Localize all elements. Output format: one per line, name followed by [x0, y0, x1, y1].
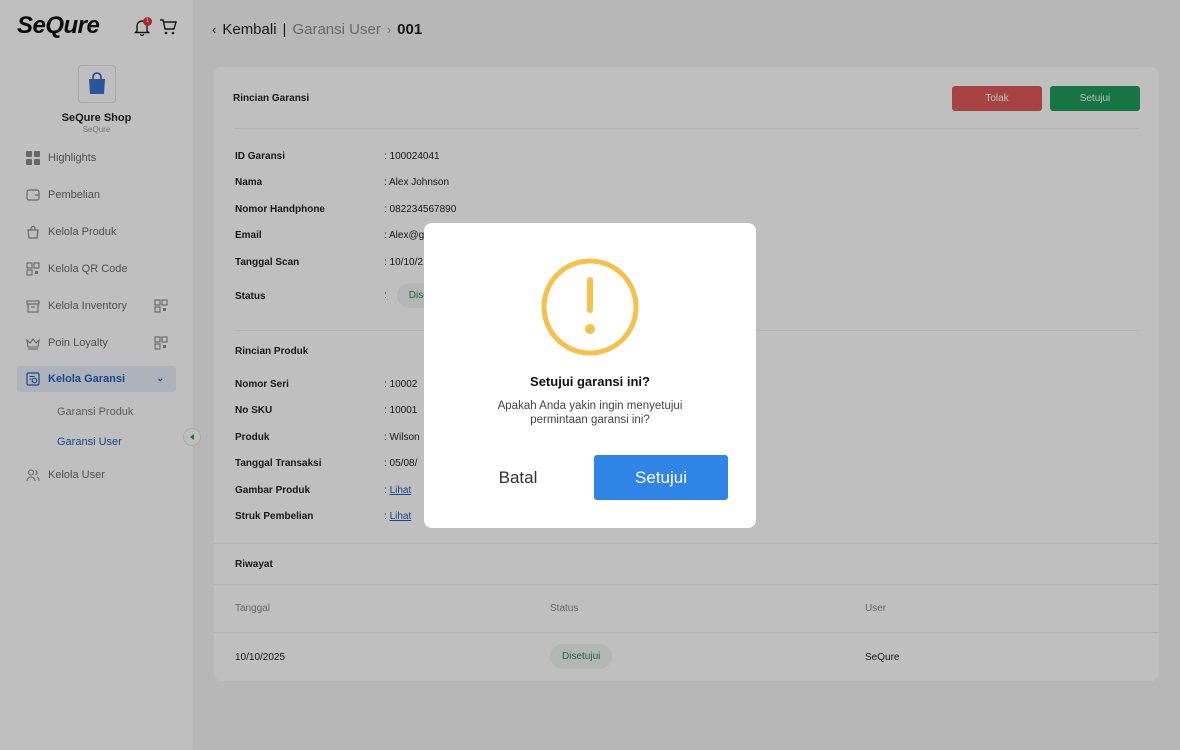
warning-icon — [540, 257, 640, 357]
cancel-button[interactable]: Batal — [468, 455, 568, 500]
confirm-approve-dialog: Setujui garansi ini? Apakah Anda yakin i… — [424, 223, 756, 528]
dialog-description: Apakah Anda yakin ingin menyetujui permi… — [497, 400, 683, 426]
dialog-title: Setujui garansi ini? — [530, 374, 650, 389]
confirm-approve-button[interactable]: Setujui — [594, 455, 728, 500]
